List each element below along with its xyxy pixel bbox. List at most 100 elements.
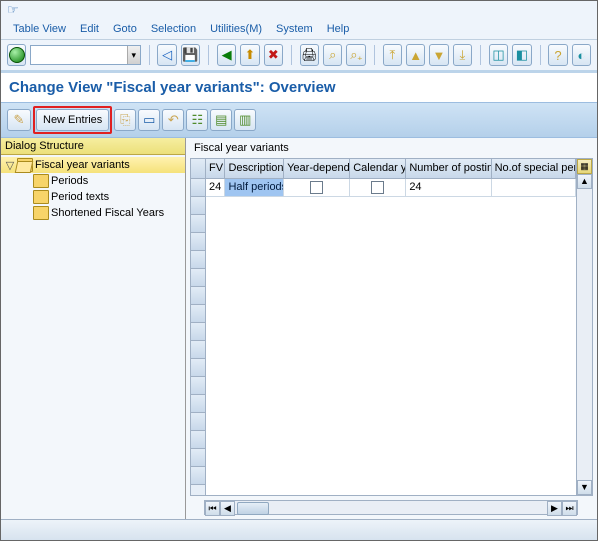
other-view-button[interactable]: ✎ (7, 109, 31, 131)
tree-node-periods[interactable]: Periods (1, 173, 185, 189)
deselect-all-button[interactable]: ▥ (234, 109, 256, 131)
row-selector[interactable] (191, 179, 205, 197)
row-header-column (191, 159, 206, 495)
horizontal-scroll-area: ⏮ ◀ ▶ ⏭ (190, 500, 593, 515)
menu-system[interactable]: System (270, 21, 319, 37)
row-selector[interactable] (191, 377, 205, 395)
dropdown-icon[interactable]: ▾ (127, 46, 140, 64)
nav-back-button[interactable]: ◀ (217, 44, 236, 66)
undo-button[interactable]: ↶ (162, 109, 184, 131)
scroll-thumb[interactable] (237, 502, 269, 515)
row-selector[interactable] (191, 215, 205, 233)
row-selector[interactable] (191, 413, 205, 431)
menu-label: Edit (80, 23, 99, 35)
layout-button[interactable]: ◐ (572, 44, 591, 66)
separator (540, 45, 541, 65)
select-block-button[interactable]: ▤ (210, 109, 232, 131)
create-session-button[interactable]: ◫ (489, 44, 508, 66)
menu-label: Utilities(M) (210, 23, 262, 35)
checkbox-icon[interactable] (371, 181, 384, 194)
corner-cell[interactable] (191, 159, 205, 179)
scroll-first-icon[interactable]: ⏮ (205, 501, 220, 516)
row-selector[interactable] (191, 197, 205, 215)
scroll-track[interactable] (235, 501, 547, 514)
col-description[interactable]: Description (225, 159, 284, 178)
row-selector[interactable] (191, 395, 205, 413)
tree-label: Fiscal year variants (35, 159, 130, 171)
row-selector[interactable] (191, 341, 205, 359)
next-page-button[interactable]: ▼ (429, 44, 448, 66)
menu-label: Selection (151, 23, 196, 35)
find-button[interactable]: ⌕ (323, 44, 342, 66)
tree-node-period-texts[interactable]: Period texts (1, 189, 185, 205)
prev-page-button[interactable]: ▲ (406, 44, 425, 66)
delete-button[interactable]: ▭ (138, 109, 160, 131)
menu-utilities[interactable]: Utilities(M) (204, 21, 268, 37)
command-input[interactable] (31, 49, 127, 61)
cell-description[interactable]: Half periods (225, 179, 284, 196)
menu-goto[interactable]: Goto (107, 21, 143, 37)
row-selector[interactable] (191, 323, 205, 341)
row-selector[interactable] (191, 251, 205, 269)
scroll-up-icon[interactable]: ▲ (577, 174, 592, 189)
enter-button[interactable] (7, 44, 26, 66)
expand-icon[interactable]: ▽ (5, 159, 15, 172)
main-area: Dialog Structure ▽ Fiscal year variants … (1, 138, 597, 519)
menu-selection[interactable]: Selection (145, 21, 202, 37)
row-selector[interactable] (191, 467, 205, 485)
scroll-left-icon[interactable]: ◀ (220, 501, 235, 516)
cell-year-depend[interactable] (284, 179, 350, 196)
configure-columns-button[interactable]: ▦ (577, 159, 592, 174)
row-selector[interactable] (191, 359, 205, 377)
back-button[interactable]: ◁ (157, 44, 176, 66)
find-next-button[interactable]: ⌕₊ (346, 44, 365, 66)
page-title: Change View "Fiscal year variants": Over… (1, 73, 597, 102)
row-selector[interactable] (191, 449, 205, 467)
checkbox-icon[interactable] (310, 181, 323, 194)
scroll-last-icon[interactable]: ⏭ (562, 501, 577, 516)
scroll-right-icon[interactable]: ▶ (547, 501, 562, 516)
print-button[interactable]: 🖨 (300, 44, 319, 66)
table-row[interactable]: 24 Half periods 24 (206, 179, 576, 197)
scroll-track[interactable] (577, 189, 592, 480)
sidebar-header: Dialog Structure (1, 138, 185, 155)
cell-num-special[interactable] (492, 179, 576, 196)
separator (149, 45, 150, 65)
col-fv[interactable]: FV (206, 159, 225, 178)
cell-fv[interactable]: 24 (206, 179, 225, 196)
last-page-button[interactable]: ⤓ (453, 44, 472, 66)
menu-edit[interactable]: Edit (74, 21, 105, 37)
row-selector[interactable] (191, 287, 205, 305)
cell-num-posting[interactable]: 24 (406, 179, 491, 196)
copy-button[interactable]: ⎘ (114, 109, 136, 131)
generate-shortcut-button[interactable]: ◧ (512, 44, 531, 66)
row-selector[interactable] (191, 233, 205, 251)
col-num-special[interactable]: No.of special perio (492, 159, 576, 178)
grid-title: Fiscal year variants (186, 138, 597, 158)
row-selector[interactable] (191, 305, 205, 323)
cell-calendar-yr[interactable] (350, 179, 406, 196)
column-headers: FV Description Year-depend. Calendar yr … (206, 159, 576, 179)
vertical-scrollbar[interactable]: ▦ ▲ ▼ (576, 159, 592, 495)
save-button[interactable]: 💾 (181, 44, 200, 66)
exit-button[interactable]: ⬆ (240, 44, 259, 66)
row-selector[interactable] (191, 431, 205, 449)
horizontal-scrollbar[interactable]: ⏮ ◀ ▶ ⏭ (204, 500, 578, 515)
new-entries-button[interactable]: New Entries (36, 109, 109, 131)
col-calendar-yr[interactable]: Calendar yr (350, 159, 406, 178)
tree-node-fiscal-year-variants[interactable]: ▽ Fiscal year variants (1, 157, 185, 173)
row-selector[interactable] (191, 269, 205, 287)
content-area: Fiscal year variants (186, 138, 597, 519)
command-field[interactable]: ▾ (30, 45, 140, 65)
tree-node-shortened-fy[interactable]: Shortened Fiscal Years (1, 205, 185, 221)
cancel-button[interactable]: ✖ (264, 44, 283, 66)
first-page-button[interactable]: ⤒ (383, 44, 402, 66)
scroll-corner (578, 500, 593, 515)
scroll-down-icon[interactable]: ▼ (577, 480, 592, 495)
col-year-depend[interactable]: Year-depend. (284, 159, 350, 178)
col-num-posting[interactable]: Number of posting (406, 159, 491, 178)
menu-help[interactable]: Help (321, 21, 356, 37)
help-button[interactable]: ? (548, 44, 567, 66)
select-all-button[interactable]: ☷ (186, 109, 208, 131)
menu-table-view[interactable]: Table View (7, 21, 72, 37)
